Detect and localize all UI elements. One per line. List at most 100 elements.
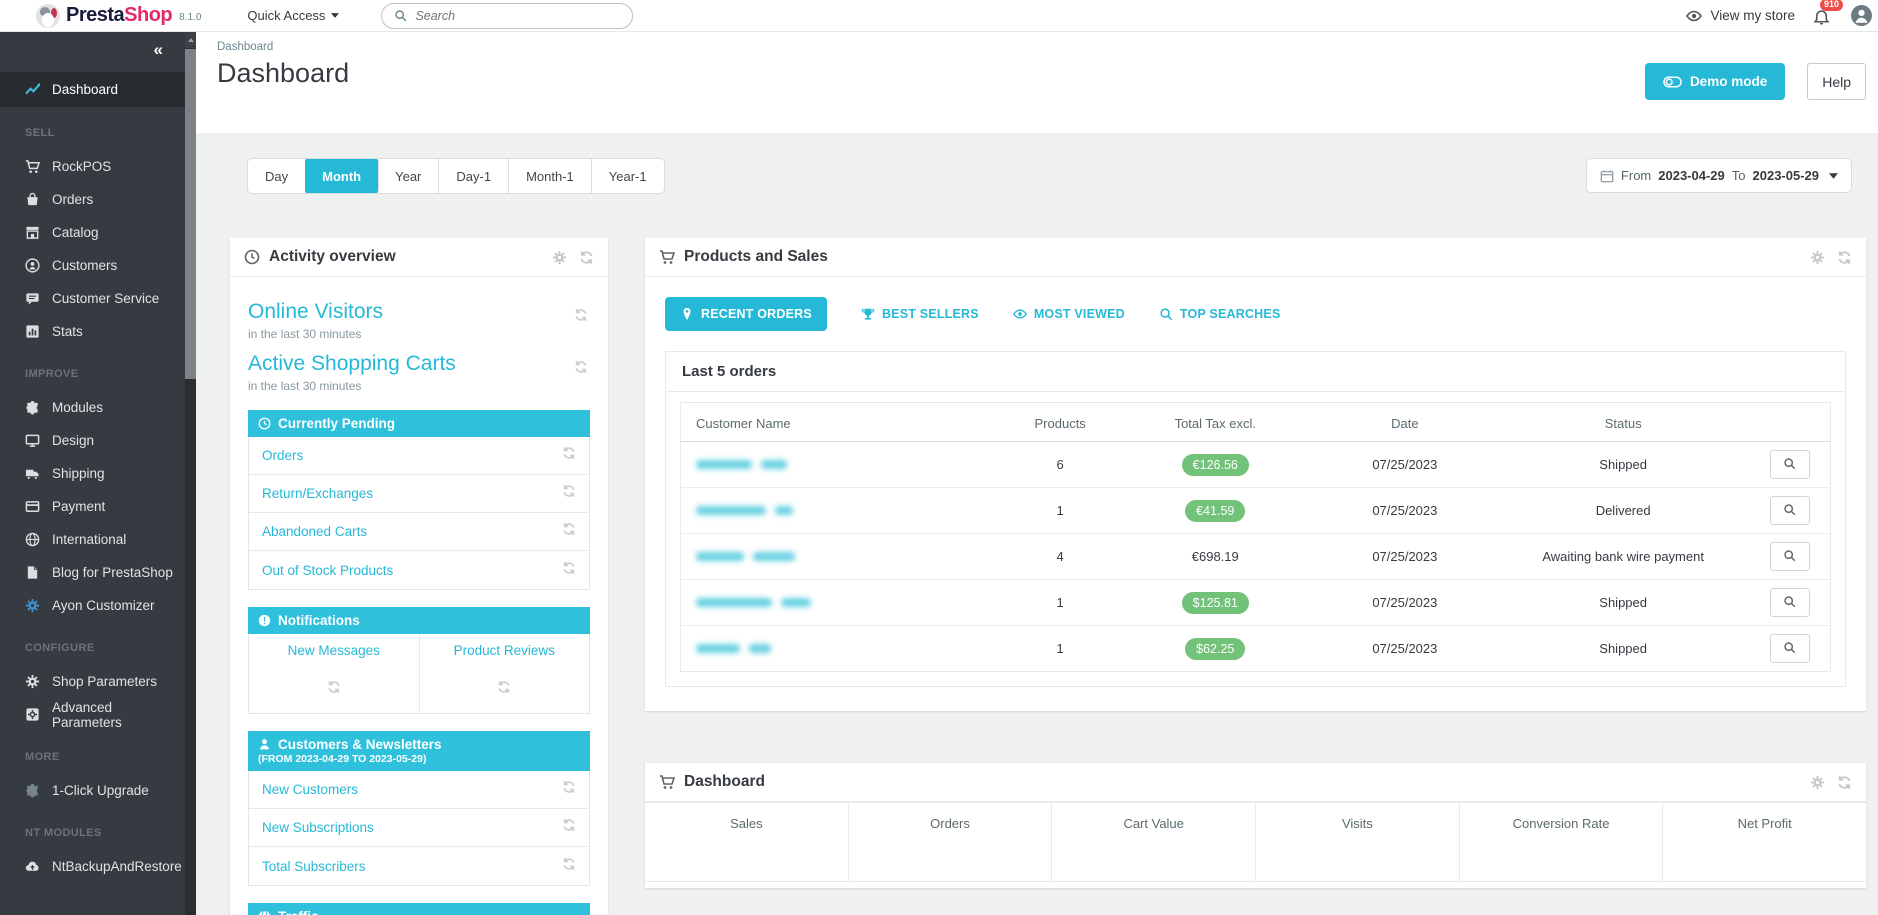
sidebar-item-dashboard[interactable]: Dashboard [0,72,185,107]
period-month-1-button[interactable]: Month-1 [509,159,592,193]
sidebar-item-payment[interactable]: Payment [0,490,185,523]
period-year-button[interactable]: Year [378,159,439,193]
search-input[interactable] [415,9,620,23]
customer-name-redacted[interactable] [696,598,811,607]
search-icon [1783,503,1796,516]
tab-recent-orders[interactable]: RECENT ORDERS [665,297,827,331]
new-subscriptions-link[interactable]: New Subscriptions [262,820,374,835]
refresh-icon[interactable] [1837,250,1852,265]
sidebar-item-orders[interactable]: Orders [0,183,185,216]
spinner-icon [562,818,576,837]
period-day-1-button[interactable]: Day-1 [439,159,509,193]
table-row: 1 €41.59 07/25/2023 Delivered [681,488,1830,534]
clock-icon [244,249,260,265]
person-icon [25,258,40,273]
tab-top-searches[interactable]: TOP SEARCHES [1159,307,1281,321]
gear-icon[interactable] [1810,250,1825,265]
last-orders-section: Last 5 orders Customer Name Products [665,351,1846,687]
pending-returns-link[interactable]: Return/Exchanges [262,486,373,501]
tab-best-sellers[interactable]: BEST SELLERS [861,307,979,321]
gear-icon[interactable] [1810,775,1825,790]
cart-icon [659,249,675,265]
sidebar-item-customers[interactable]: Customers [0,249,185,282]
sidebar-item-blog[interactable]: Blog for PrestaShop [0,556,185,589]
sidebar-item-international[interactable]: International [0,523,185,556]
product-reviews-cell: Product Reviews [419,634,590,713]
list-item: Return/Exchanges [249,475,589,513]
bar-chart-icon [25,324,40,339]
view-order-button[interactable] [1770,542,1810,571]
metric-label[interactable]: Online Visitors [248,300,590,324]
gear-icon[interactable] [552,250,567,265]
new-customers-link[interactable]: New Customers [262,782,358,797]
period-month-button[interactable]: Month [305,158,379,194]
date-from: 2023-04-29 [1658,168,1725,183]
sidebar-item-rockpos[interactable]: RockPOS [0,150,185,183]
sidebar-section-sell: SELL [0,107,185,150]
truck-icon [25,466,40,481]
global-search [381,3,633,29]
refresh-icon[interactable] [579,250,594,265]
date-to: 2023-05-29 [1753,168,1820,183]
demo-mode-button[interactable]: Demo mode [1645,63,1785,100]
sidebar-item-shipping[interactable]: Shipping [0,457,185,490]
prestashop-logo[interactable]: PrestaShop 8.1.0 [36,4,201,28]
metric-label[interactable]: Active Shopping Carts [248,352,590,376]
spinner-icon [562,446,576,465]
view-order-button[interactable] [1770,450,1810,479]
out-of-stock-link[interactable]: Out of Stock Products [262,563,393,578]
col-total: Total Tax excl. [1118,403,1313,442]
col-date: Date [1313,403,1497,442]
product-reviews-link[interactable]: Product Reviews [420,643,590,658]
sidebar-item-modules[interactable]: Modules [0,391,185,424]
tab-most-viewed[interactable]: MOST VIEWED [1013,307,1125,321]
sidebar-item-one-click-upgrade[interactable]: 1-Click Upgrade [0,774,185,807]
help-button[interactable]: Help [1807,63,1866,100]
clock-icon [258,417,271,430]
new-messages-link[interactable]: New Messages [249,643,419,658]
pending-orders-link[interactable]: Orders [262,448,303,463]
table-row: 1 $125.81 07/25/2023 Shipped [681,580,1830,626]
scroll-up-arrow-icon[interactable] [185,32,196,48]
total-badge: €41.59 [1185,500,1245,522]
view-order-button[interactable] [1770,496,1810,525]
chart-line-icon [25,82,40,97]
activity-overview-panel: Activity overview Online Visitors in the… [230,238,608,915]
period-day-button[interactable]: Day [248,159,306,193]
sidebar-collapse-button[interactable]: « [154,41,163,58]
new-messages-cell: New Messages [249,634,419,713]
refresh-icon[interactable] [1837,775,1852,790]
sidebar-item-customer-service[interactable]: Customer Service [0,282,185,315]
sidebar-item-advanced-parameters[interactable]: Advanced Parameters [0,698,185,731]
customer-name-redacted[interactable] [696,552,795,561]
gear-icon [25,674,40,689]
breadcrumb[interactable]: Dashboard [217,32,1878,53]
customer-name-redacted[interactable] [696,506,793,515]
kpi-net-profit: Net Profit [1662,803,1866,881]
list-item: Out of Stock Products [249,551,589,589]
scrollbar-thumb[interactable] [185,49,196,379]
shopping-bag-icon [25,192,40,207]
view-order-button[interactable] [1770,588,1810,617]
view-order-button[interactable] [1770,634,1810,663]
quick-access-dropdown[interactable]: Quick Access [247,8,339,23]
toggle-icon [1663,76,1682,88]
customer-name-redacted[interactable] [696,460,787,469]
globe-icon [25,532,40,547]
sidebar-item-stats[interactable]: Stats [0,315,185,348]
total-subscribers-link[interactable]: Total Subscribers [262,859,366,874]
date-range-picker[interactable]: From 2023-04-29 To 2023-05-29 [1586,158,1852,193]
panel-title: Dashboard [684,773,765,791]
account-avatar[interactable] [1851,5,1872,26]
notifications-button[interactable]: 910 [1813,6,1833,26]
eye-icon [1686,8,1702,24]
sidebar-item-design[interactable]: Design [0,424,185,457]
sidebar-item-catalog[interactable]: Catalog [0,216,185,249]
period-year-1-button[interactable]: Year-1 [592,159,664,193]
sidebar-item-ntbackupandrestore[interactable]: NtBackupAndRestore [0,850,185,883]
abandoned-carts-link[interactable]: Abandoned Carts [262,524,367,539]
sidebar-item-shop-parameters[interactable]: Shop Parameters [0,665,185,698]
sidebar-item-ayon-customizer[interactable]: Ayon Customizer [0,589,185,622]
view-my-store-link[interactable]: View my store [1686,8,1795,24]
customer-name-redacted[interactable] [696,644,771,653]
